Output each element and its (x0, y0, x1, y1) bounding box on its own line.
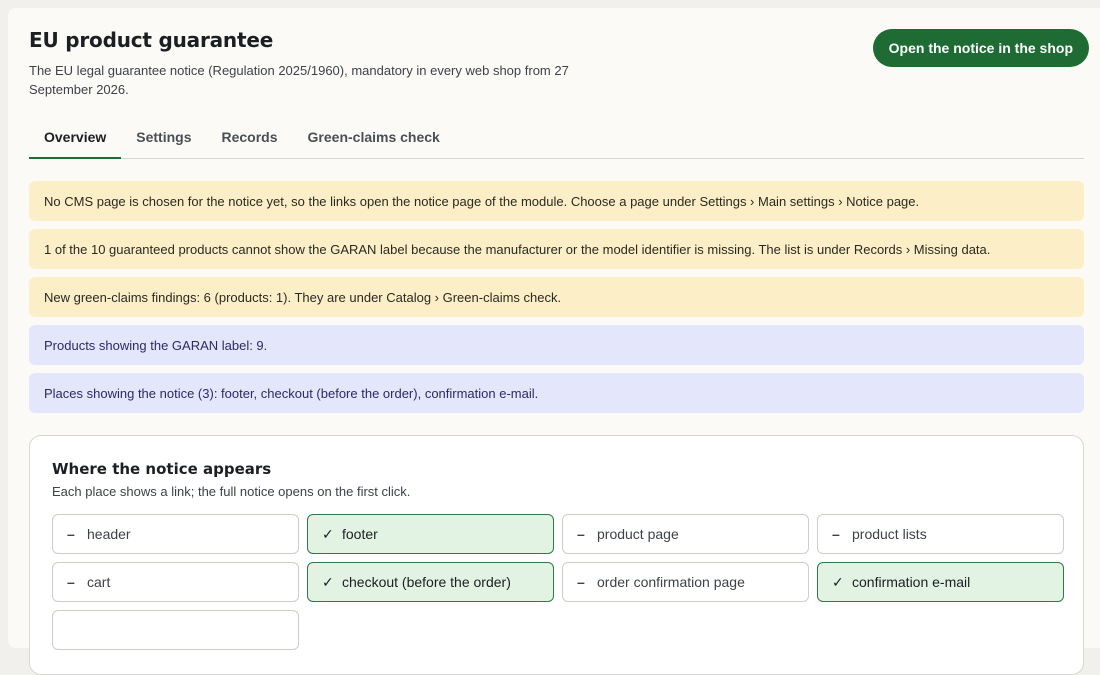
placements-title: Where the notice appears (52, 460, 272, 478)
tab-bar: Overview Settings Records Green-claims c… (29, 121, 1084, 159)
page: EU product guarantee The EU legal guaran… (8, 8, 1100, 675)
dash-icon: – (67, 574, 75, 590)
placement-header[interactable]: – header (52, 514, 299, 554)
check-icon: ✓ (832, 573, 844, 590)
placement-footer[interactable]: ✓ footer (307, 514, 554, 554)
placement-order-confirmation-page[interactable]: – order confirmation page (562, 562, 809, 602)
open-notice-button[interactable]: Open the notice in the shop (872, 29, 1089, 67)
placement-label: product lists (852, 526, 927, 542)
alert-cms-page: No CMS page is chosen for the notice yet… (29, 181, 1084, 221)
placement-checkout[interactable]: ✓ checkout (before the order) (307, 562, 554, 602)
page-header: EU product guarantee The EU legal guaran… (29, 28, 1089, 99)
placements-grid: – header ✓ footer – product page – produ… (52, 514, 1064, 650)
placement-label: confirmation e-mail (852, 574, 971, 590)
dash-icon: – (67, 526, 75, 542)
dash-icon: – (577, 526, 585, 542)
placement-more[interactable] (52, 610, 299, 650)
alert-green-claims: New green-claims findings: 6 (products: … (29, 277, 1084, 317)
placements-card: Where the notice appears Each place show… (29, 435, 1084, 675)
placement-label: product page (597, 526, 679, 542)
tab-settings[interactable]: Settings (121, 121, 206, 159)
page-subtitle: The EU legal guarantee notice (Regulatio… (29, 63, 569, 97)
placement-label: footer (342, 526, 378, 542)
placement-label: order confirmation page (597, 574, 745, 590)
tab-green-claims-check[interactable]: Green-claims check (293, 121, 455, 159)
tab-records[interactable]: Records (207, 121, 293, 159)
alert-places: Places showing the notice (3): footer, c… (29, 373, 1084, 413)
check-icon: ✓ (322, 573, 334, 590)
check-icon: ✓ (322, 525, 334, 542)
placement-product-lists[interactable]: – product lists (817, 514, 1064, 554)
alert-garan-count: Products showing the GARAN label: 9. (29, 325, 1084, 365)
placement-confirmation-email[interactable]: ✓ confirmation e-mail (817, 562, 1064, 602)
alerts-list: No CMS page is chosen for the notice yet… (29, 181, 1084, 421)
placement-label: checkout (before the order) (342, 574, 511, 590)
placement-label: cart (87, 574, 111, 590)
alert-missing-data: 1 of the 10 guaranteed products cannot s… (29, 229, 1084, 269)
dash-icon: – (577, 574, 585, 590)
placement-label: header (87, 526, 131, 542)
placement-product-page[interactable]: – product page (562, 514, 809, 554)
placement-cart[interactable]: – cart (52, 562, 299, 602)
tab-overview[interactable]: Overview (29, 121, 122, 159)
dash-icon: – (832, 526, 840, 542)
placements-subtitle: Each place shows a link; the full notice… (52, 484, 411, 499)
